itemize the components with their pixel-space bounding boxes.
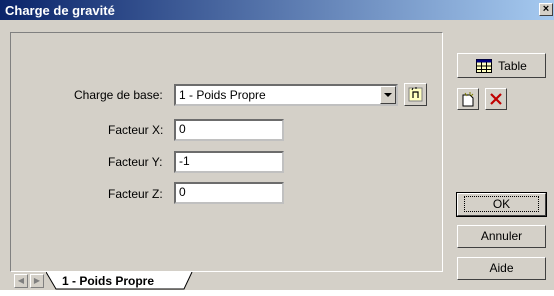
pick-button[interactable] — [404, 83, 427, 106]
cancel-button[interactable]: Annuler — [457, 225, 546, 248]
delete-icon — [490, 93, 502, 105]
close-button[interactable]: × — [539, 3, 553, 16]
title-bar[interactable]: Charge de gravité × — [0, 0, 554, 20]
delete-button[interactable] — [485, 88, 507, 110]
tab-next-icon[interactable]: ▶ — [30, 274, 44, 288]
factor-z-label: Facteur Z: — [108, 187, 163, 201]
new-button[interactable] — [457, 88, 479, 110]
sheet-tab-bar: ◀ ▶ 1 - Poids Propre — [10, 272, 443, 290]
help-button[interactable]: Aide — [457, 257, 546, 280]
base-load-label: Charge de base: — [74, 88, 163, 102]
base-load-select[interactable]: 1 - Poids Propre — [174, 84, 398, 106]
tab-label: 1 - Poids Propre — [62, 274, 155, 288]
ok-button-label: OK — [463, 196, 540, 212]
tab-prev-icon[interactable]: ◀ — [14, 274, 28, 288]
window-title: Charge de gravité — [5, 3, 115, 18]
ok-button[interactable]: OK — [456, 192, 547, 217]
table-icon — [476, 58, 493, 73]
factor-y-field[interactable]: -1 — [174, 151, 284, 173]
base-load-value: 1 - Poids Propre — [179, 88, 266, 102]
tab-poids-propre[interactable]: 1 - Poids Propre — [46, 272, 214, 290]
factor-y-label: Facteur Y: — [108, 155, 163, 169]
table-button-label: Table — [498, 58, 527, 73]
pick-icon — [408, 87, 423, 102]
chevron-down-icon[interactable] — [380, 86, 396, 104]
new-icon — [462, 91, 474, 106]
dialog-window: Charge de gravité × Charge de base: 1 - … — [0, 0, 554, 290]
factor-x-field[interactable]: 0 — [174, 119, 284, 141]
factor-x-label: Facteur X: — [108, 123, 164, 137]
factor-z-field[interactable]: 0 — [174, 182, 284, 204]
table-button[interactable]: Table — [457, 53, 546, 78]
